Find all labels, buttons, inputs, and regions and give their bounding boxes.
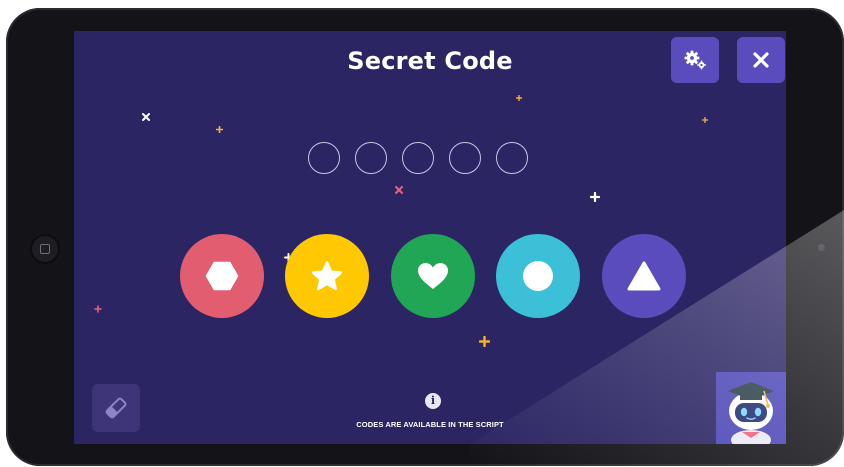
triangle-button[interactable] <box>602 234 686 318</box>
gears-icon <box>684 50 706 70</box>
sparkle-decor <box>479 336 490 347</box>
circle-button[interactable] <box>496 234 580 318</box>
star-button[interactable] <box>285 234 369 318</box>
sparkle-decor <box>216 126 223 133</box>
code-slots <box>308 142 528 174</box>
close-button[interactable] <box>737 37 785 83</box>
game-screen: Secret Code i CODES ARE AVAILABLE IN THE… <box>74 31 786 444</box>
heart-icon <box>418 263 448 289</box>
star-icon <box>311 260 343 290</box>
settings-button[interactable] <box>671 37 719 83</box>
code-slot <box>402 142 434 174</box>
mascot-button[interactable] <box>716 372 786 444</box>
triangle-icon <box>627 261 661 291</box>
code-slot <box>496 142 528 174</box>
sparkle-decor <box>702 117 708 123</box>
hexagon-icon <box>205 261 239 291</box>
heart-button[interactable] <box>391 234 475 318</box>
camera <box>818 244 825 251</box>
sparkle-decor <box>516 95 522 101</box>
robot-graduate-mascot-icon <box>728 382 774 444</box>
sparkle-decor <box>395 186 403 194</box>
close-icon <box>753 52 769 68</box>
eraser-icon <box>105 397 127 419</box>
hint-text: CODES ARE AVAILABLE IN THE SCRIPT <box>356 420 504 429</box>
info-icon: i <box>425 393 441 409</box>
hexagon-button[interactable] <box>180 234 264 318</box>
sparkle-decor <box>590 192 600 202</box>
sparkle-decor <box>94 305 102 313</box>
code-slot <box>355 142 387 174</box>
code-slot <box>308 142 340 174</box>
circle-icon <box>523 261 553 291</box>
sparkle-decor <box>142 113 150 121</box>
home-button[interactable] <box>30 234 60 264</box>
code-slot <box>449 142 481 174</box>
